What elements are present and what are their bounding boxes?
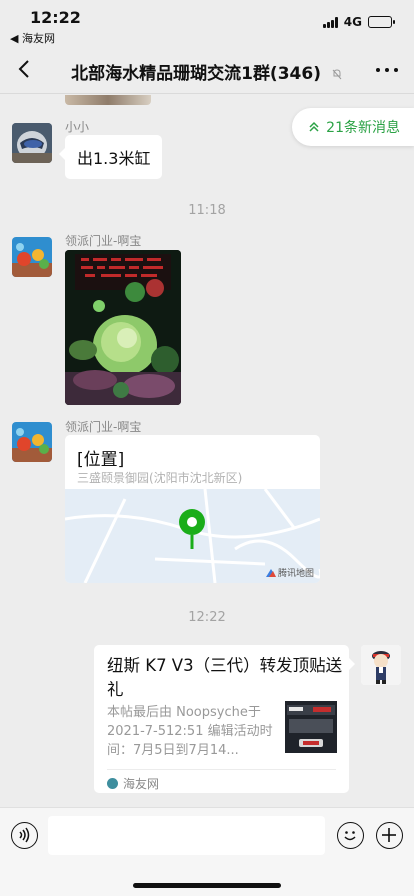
sender-name: 领派门业-啊宝	[65, 234, 142, 248]
avatar-lingpai[interactable]	[12, 422, 52, 462]
source-logo-icon	[107, 778, 118, 789]
map-brand-label: 腾讯地图	[277, 569, 314, 579]
avatar-lingpai[interactable]	[12, 237, 52, 277]
new-messages-label: 21条新消息	[326, 120, 400, 136]
status-time: 12:22	[30, 8, 81, 27]
link-title: 纽斯 K7 V3（三代）转发顶贴送礼	[107, 656, 343, 699]
plus-icon[interactable]	[376, 822, 403, 849]
link-description: 本帖最后由 Noopsyche于 2021-7-512:51 编辑活动时间：7月…	[107, 705, 273, 758]
chat-title-text: 北部海水精品珊瑚交流1群(346)	[71, 64, 321, 84]
tencent-map-logo-icon	[265, 568, 276, 577]
link-source-label: 海友网	[123, 777, 160, 791]
location-map[interactable]: 腾讯地图	[65, 488, 320, 583]
new-messages-button[interactable]: 21条新消息	[292, 108, 414, 146]
location-address: 三盛颐景御园(沈阳市沈北新区)	[77, 471, 243, 485]
nav-bar: 北部海水精品珊瑚交流1群(346)	[0, 46, 414, 94]
message-bubble[interactable]: 出1.3米缸	[58, 135, 163, 179]
timestamp: 11:18	[188, 203, 226, 218]
emoji-icon[interactable]	[337, 822, 364, 849]
signal-icon	[322, 16, 338, 28]
sender-name: 领派门业-啊宝	[65, 420, 142, 434]
home-indicator	[133, 883, 281, 888]
status-back-app-link[interactable]: ◀ 海友网	[10, 30, 55, 46]
avatar-self[interactable]	[361, 645, 401, 685]
voice-icon[interactable]	[11, 822, 38, 849]
input-bar	[0, 807, 414, 896]
mute-bell-icon	[332, 69, 342, 80]
partial-image-message[interactable]	[65, 95, 151, 105]
status-indicators: 4G	[322, 15, 395, 29]
avatar-xiaoxiao[interactable]	[12, 123, 52, 163]
chat-area[interactable]: 21条新消息 小小 出1.3米缸 11:18 领派门业-啊宝 领派门业-啊宝 […	[0, 95, 414, 807]
battery-icon	[368, 16, 395, 28]
message-input[interactable]	[48, 816, 325, 855]
sender-name: 小小	[65, 120, 90, 134]
chat-title: 北部海水精品珊瑚交流1群(346)	[0, 59, 414, 84]
coral-photo[interactable]	[65, 250, 181, 405]
link-card[interactable]: 纽斯 K7 V3（三代）转发顶贴送礼 本帖最后由 Noopsyche于 2021…	[94, 645, 355, 793]
status-bar: 12:22 ◀ 海友网 4G	[0, 0, 414, 46]
link-thumbnail	[285, 701, 337, 753]
network-label: 4G	[343, 15, 362, 29]
location-title: [位置]	[77, 450, 125, 470]
more-icon[interactable]	[376, 60, 398, 80]
map-brand: 腾讯地图	[265, 566, 314, 579]
link-source: 海友网	[107, 769, 336, 792]
double-chevron-up-icon	[309, 121, 319, 132]
location-card[interactable]: [位置] 三盛颐景御园(沈阳市沈北新区) 腾讯地图	[65, 435, 320, 583]
timestamp: 12:22	[188, 610, 226, 625]
